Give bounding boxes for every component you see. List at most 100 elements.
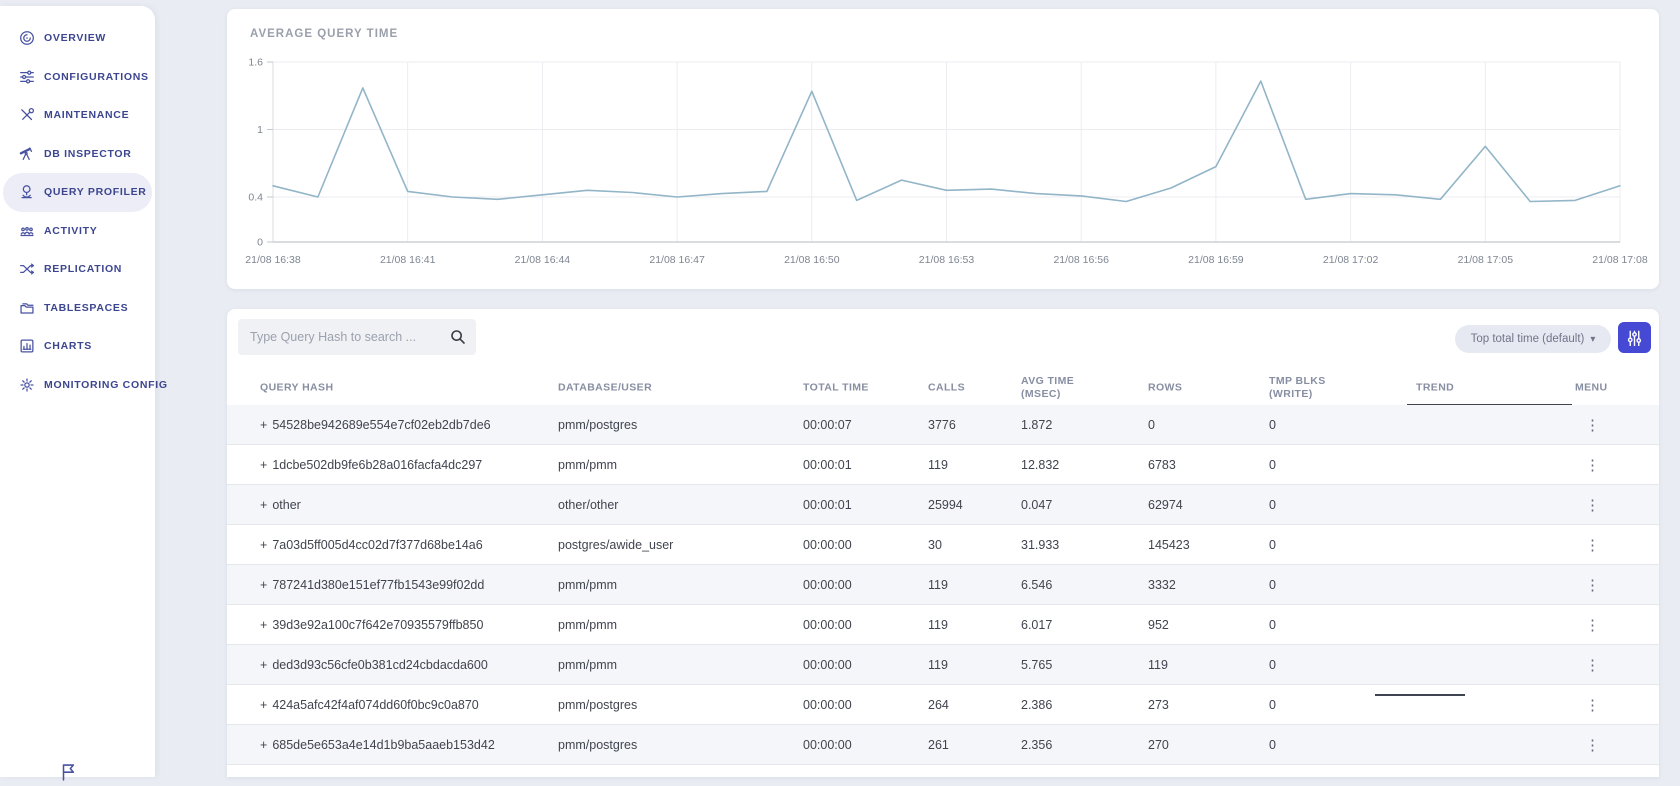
db-user-cell: pmm/postgres — [558, 417, 638, 432]
table-row[interactable]: +39d3e92a100c7f642e70935579ffb850 pmm/pmm… — [227, 605, 1659, 645]
expand-row-icon[interactable]: + — [260, 578, 267, 592]
kebab-menu-icon[interactable]: ⋮ — [1579, 694, 1606, 716]
total-time-cell: 00:00:00 — [803, 577, 852, 592]
svg-text:21/08 17:08: 21/08 17:08 — [1592, 254, 1648, 266]
kebab-menu-icon[interactable]: ⋮ — [1579, 414, 1606, 436]
trend-line — [1375, 694, 1465, 696]
kebab-menu-icon[interactable]: ⋮ — [1579, 454, 1606, 476]
total-time-cell: 00:00:00 — [803, 537, 852, 552]
tmp-blks-cell: 0 — [1269, 737, 1276, 752]
tmp-blks-cell: 0 — [1269, 577, 1276, 592]
column-header-tmp-blks[interactable]: TMP BLKS (WRITE) — [1269, 375, 1326, 401]
tmp-blks-cell: 0 — [1269, 697, 1276, 712]
expand-row-icon[interactable]: + — [260, 618, 267, 632]
kebab-menu-icon[interactable]: ⋮ — [1579, 734, 1606, 756]
table-row[interactable]: +685de5e653a4e14d1b9ba5aaeb153d42 pmm/pos… — [227, 725, 1659, 765]
avg-time-cell: 31.933 — [1021, 537, 1060, 552]
sidebar-item-query-profiler[interactable]: QUERY PROFILER — [3, 173, 152, 212]
column-header-avg-time[interactable]: AVG TIME (MSEC) — [1021, 375, 1074, 401]
svg-text:0: 0 — [257, 237, 263, 249]
total-time-cell: 00:00:01 — [803, 497, 852, 512]
kebab-menu-icon[interactable]: ⋮ — [1579, 574, 1606, 596]
rows-cell: 119 — [1148, 657, 1168, 672]
expand-row-icon[interactable]: + — [260, 458, 267, 472]
expand-row-icon[interactable]: + — [260, 538, 267, 552]
db-user-cell: pmm/postgres — [558, 737, 638, 752]
sidebar-item-charts[interactable]: CHARTS — [3, 327, 152, 366]
search-icon[interactable] — [449, 328, 467, 346]
table-row[interactable]: +1dcbe502db9fe6b28a016facfa4dc297 pmm/pmm… — [227, 445, 1659, 485]
expand-row-icon[interactable]: + — [260, 698, 267, 712]
calls-cell: 264 — [928, 697, 949, 712]
expand-row-icon[interactable]: + — [260, 738, 267, 752]
expand-row-icon[interactable]: + — [260, 418, 267, 432]
column-header-menu[interactable]: MENU — [1575, 382, 1608, 395]
column-header-query-hash[interactable]: QUERY HASH — [260, 382, 333, 395]
column-header-trend[interactable]: TREND — [1416, 382, 1454, 395]
sidebar-item-overview[interactable]: OVERVIEW — [3, 19, 152, 58]
table-row[interactable]: + other other/other 00:00:01 25994 0.047 62974… — [227, 485, 1659, 525]
sidebar-item-maintenance[interactable]: MAINTENANCE — [3, 96, 152, 135]
table-header-row: QUERY HASH DATABASE/USER TOTAL TIME CALLS AV… — [227, 371, 1659, 406]
kebab-menu-icon[interactable]: ⋮ — [1579, 494, 1606, 516]
sidebar-item-label: ACTIVITY — [44, 224, 98, 237]
svg-text:21/08 16:56: 21/08 16:56 — [1053, 254, 1109, 266]
calls-cell: 119 — [928, 617, 948, 632]
kebab-menu-icon[interactable]: ⋮ — [1579, 654, 1606, 676]
sidebar-item-replication[interactable]: REPLICATION — [3, 250, 152, 289]
search-input[interactable] — [238, 319, 476, 355]
tmp-blks-cell: 0 — [1269, 617, 1276, 632]
kebab-menu-icon[interactable]: ⋮ — [1579, 614, 1606, 636]
db-user-cell: pmm/pmm — [558, 457, 618, 472]
query-hash-cell: +424a5afc42f4af074dd60f0bc9c0a870 — [260, 698, 479, 712]
avg-time-cell: 2.386 — [1021, 697, 1053, 712]
table-row[interactable]: + ded3d93c56cfe0b381cd24cbdacda600 pmm/pmm… — [227, 645, 1659, 685]
table-row[interactable]: +424a5afc42f4af074dd60f0bc9c0a870 pmm/pos… — [227, 685, 1659, 725]
kebab-menu-icon[interactable]: ⋮ — [1579, 534, 1606, 556]
sidebar-item-configurations[interactable]: CONFIGURATIONS — [3, 58, 152, 97]
sort-dropdown-label: Top total time (default) — [1470, 333, 1585, 345]
total-time-cell: 00:00:00 — [803, 617, 852, 632]
flag-icon[interactable] — [58, 759, 80, 785]
sidebar-item-tablespaces[interactable]: TABLESPACES — [3, 289, 152, 328]
table-row[interactable]: +7a03d5ff005d4cc02d7f377d68be14a6 postgre… — [227, 525, 1659, 565]
table-row[interactable]: +787241d380e151ef77fb1543e99f02dd pmm/pmm… — [227, 565, 1659, 605]
sliders-icon — [1626, 329, 1643, 346]
sort-dropdown[interactable]: Top total time (default) ▾ — [1455, 325, 1611, 353]
column-header-rows[interactable]: ROWS — [1148, 382, 1182, 395]
column-header-total-time[interactable]: TOTAL TIME — [803, 382, 869, 395]
sidebar-item-activity[interactable]: ACTIVITY — [3, 212, 152, 251]
rows-cell: 6783 — [1148, 457, 1176, 472]
svg-text:1.6: 1.6 — [248, 57, 263, 69]
calls-cell: 119 — [928, 577, 948, 592]
query-hash-cell: + ded3d93c56cfe0b381cd24cbdacda600 — [260, 658, 488, 672]
overview-icon — [18, 29, 36, 47]
avg-time-cell: 6.017 — [1021, 617, 1053, 632]
expand-row-icon[interactable]: + — [260, 498, 267, 512]
svg-text:21/08 17:02: 21/08 17:02 — [1323, 254, 1379, 266]
total-time-cell: 00:00:00 — [803, 737, 852, 752]
total-time-cell: 00:00:07 — [803, 417, 852, 432]
calls-cell: 119 — [928, 457, 948, 472]
calls-cell: 261 — [928, 737, 949, 752]
svg-text:21/08 17:05: 21/08 17:05 — [1458, 254, 1514, 266]
sidebar-item-db-inspector[interactable]: DB INSPECTOR — [3, 135, 152, 174]
avg-time-cell: 2.356 — [1021, 737, 1053, 752]
query-hash-cell: + other — [260, 498, 301, 512]
db-user-cell: other/other — [558, 497, 619, 512]
filter-button[interactable] — [1618, 322, 1651, 353]
total-time-cell: 00:00:00 — [803, 657, 852, 672]
db-user-cell: pmm/pmm — [558, 657, 618, 672]
svg-text:0.4: 0.4 — [248, 192, 263, 204]
avg-time-cell: 5.765 — [1021, 657, 1053, 672]
tablespaces-icon — [18, 299, 36, 317]
sidebar-nav: OVERVIEW CONFIGURATIONS MAINTENANCE DB INSP… — [0, 6, 167, 405]
avg-time-cell: 12.832 — [1021, 457, 1060, 472]
expand-row-icon[interactable]: + — [260, 658, 267, 672]
column-header-database-user[interactable]: DATABASE/USER — [558, 382, 652, 395]
column-header-calls[interactable]: CALLS — [928, 382, 965, 395]
sidebar-item-monitoring-config[interactable]: MONITORING CONFIG — [3, 366, 167, 405]
table-row[interactable]: +54528be942689e554e7cf02eb2db7de6 pmm/pos… — [227, 405, 1659, 445]
query-hash-value: ded3d93c56cfe0b381cd24cbdacda600 — [272, 657, 488, 672]
avg-time-cell: 1.872 — [1021, 417, 1053, 432]
